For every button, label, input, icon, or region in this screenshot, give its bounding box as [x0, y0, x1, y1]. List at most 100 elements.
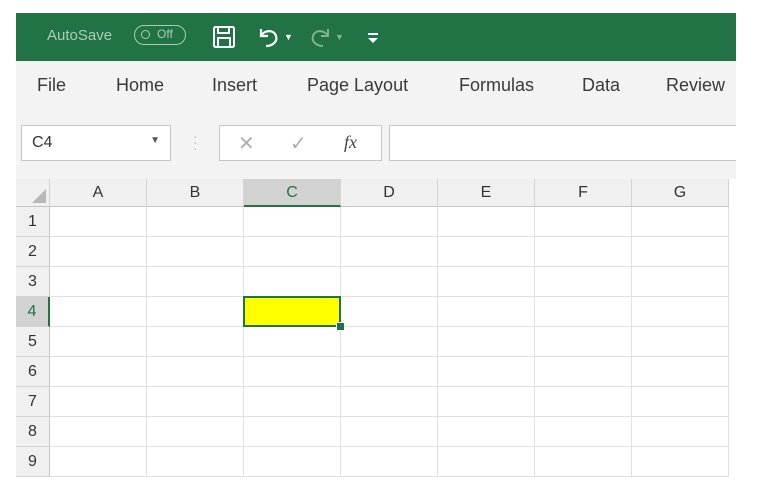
- row-header-1[interactable]: 1: [16, 207, 50, 237]
- cell-f2[interactable]: [535, 237, 632, 267]
- column-header-f[interactable]: F: [535, 179, 632, 207]
- cell-c2[interactable]: [244, 237, 341, 267]
- cell-d5[interactable]: [341, 327, 438, 357]
- cell-g7[interactable]: [632, 387, 729, 417]
- cell-e7[interactable]: [438, 387, 535, 417]
- row-header-4[interactable]: 4: [16, 297, 50, 327]
- redo-button[interactable]: ▼: [307, 23, 344, 51]
- cell-e5[interactable]: [438, 327, 535, 357]
- column-header-a[interactable]: A: [50, 179, 147, 207]
- cell-d7[interactable]: [341, 387, 438, 417]
- cell-f1[interactable]: [535, 207, 632, 237]
- cell-g2[interactable]: [632, 237, 729, 267]
- cell-d2[interactable]: [341, 237, 438, 267]
- cell-b2[interactable]: [147, 237, 244, 267]
- row-header-3[interactable]: 3: [16, 267, 50, 297]
- cell-b4[interactable]: [147, 297, 244, 327]
- customize-quick-access-icon[interactable]: [367, 23, 379, 51]
- cell-f6[interactable]: [535, 357, 632, 387]
- cell-g8[interactable]: [632, 417, 729, 447]
- cell-f4[interactable]: [535, 297, 632, 327]
- cell-a2[interactable]: [50, 237, 147, 267]
- cell-e3[interactable]: [438, 267, 535, 297]
- cell-e6[interactable]: [438, 357, 535, 387]
- cell-c8[interactable]: [244, 417, 341, 447]
- enter-icon[interactable]: ✓: [290, 131, 307, 156]
- cell-b7[interactable]: [147, 387, 244, 417]
- cell-g1[interactable]: [632, 207, 729, 237]
- cell-e9[interactable]: [438, 447, 535, 477]
- active-cell-selection[interactable]: [243, 296, 341, 327]
- tab-review[interactable]: Review: [666, 75, 725, 96]
- cell-a1[interactable]: [50, 207, 147, 237]
- cell-g6[interactable]: [632, 357, 729, 387]
- formula-input[interactable]: [389, 125, 736, 161]
- select-all-button[interactable]: [16, 179, 50, 207]
- cell-f8[interactable]: [535, 417, 632, 447]
- cell-g9[interactable]: [632, 447, 729, 477]
- cancel-icon[interactable]: ✕: [238, 131, 255, 156]
- column-header-b[interactable]: B: [147, 179, 244, 207]
- cell-c9[interactable]: [244, 447, 341, 477]
- cell-f5[interactable]: [535, 327, 632, 357]
- column-header-e[interactable]: E: [438, 179, 535, 207]
- cell-a9[interactable]: [50, 447, 147, 477]
- tab-file[interactable]: File: [37, 75, 66, 96]
- cell-f3[interactable]: [535, 267, 632, 297]
- row-header-2[interactable]: 2: [16, 237, 50, 267]
- cell-a8[interactable]: [50, 417, 147, 447]
- cell-a3[interactable]: [50, 267, 147, 297]
- cell-c3[interactable]: [244, 267, 341, 297]
- row-header-6[interactable]: 6: [16, 357, 50, 387]
- cell-c7[interactable]: [244, 387, 341, 417]
- cell-d9[interactable]: [341, 447, 438, 477]
- cell-d6[interactable]: [341, 357, 438, 387]
- cell-a5[interactable]: [50, 327, 147, 357]
- insert-function-icon[interactable]: fx: [344, 132, 357, 153]
- cell-b6[interactable]: [147, 357, 244, 387]
- name-box[interactable]: C4 ▼: [21, 125, 171, 161]
- undo-dropdown-icon[interactable]: ▼: [284, 32, 293, 42]
- column-header-d[interactable]: D: [341, 179, 438, 207]
- cell-d8[interactable]: [341, 417, 438, 447]
- cell-e2[interactable]: [438, 237, 535, 267]
- fill-handle[interactable]: [336, 322, 345, 331]
- tab-data[interactable]: Data: [582, 75, 620, 96]
- cell-b8[interactable]: [147, 417, 244, 447]
- cell-e1[interactable]: [438, 207, 535, 237]
- column-header-c[interactable]: C: [244, 179, 341, 207]
- cell-a6[interactable]: [50, 357, 147, 387]
- cell-g4[interactable]: [632, 297, 729, 327]
- cell-b5[interactable]: [147, 327, 244, 357]
- row-header-9[interactable]: 9: [16, 447, 50, 477]
- tab-formulas[interactable]: Formulas: [459, 75, 534, 96]
- drag-handle-icon[interactable]: · · ·: [193, 129, 198, 155]
- tab-insert[interactable]: Insert: [212, 75, 257, 96]
- cell-c1[interactable]: [244, 207, 341, 237]
- row-header-8[interactable]: 8: [16, 417, 50, 447]
- cell-b3[interactable]: [147, 267, 244, 297]
- cell-e8[interactable]: [438, 417, 535, 447]
- tab-home[interactable]: Home: [116, 75, 164, 96]
- row-header-5[interactable]: 5: [16, 327, 50, 357]
- cell-c5[interactable]: [244, 327, 341, 357]
- cell-d4[interactable]: [341, 297, 438, 327]
- cell-b1[interactable]: [147, 207, 244, 237]
- cell-d1[interactable]: [341, 207, 438, 237]
- cell-c6[interactable]: [244, 357, 341, 387]
- cell-g5[interactable]: [632, 327, 729, 357]
- redo-dropdown-icon[interactable]: ▼: [335, 32, 344, 42]
- save-icon[interactable]: [212, 23, 236, 51]
- row-header-7[interactable]: 7: [16, 387, 50, 417]
- cell-b9[interactable]: [147, 447, 244, 477]
- cell-g3[interactable]: [632, 267, 729, 297]
- cell-e4[interactable]: [438, 297, 535, 327]
- cell-d3[interactable]: [341, 267, 438, 297]
- cell-a4[interactable]: [50, 297, 147, 327]
- cell-f7[interactable]: [535, 387, 632, 417]
- chevron-down-icon[interactable]: ▼: [150, 135, 160, 146]
- tab-page-layout[interactable]: Page Layout: [307, 75, 408, 96]
- cell-a7[interactable]: [50, 387, 147, 417]
- cell-f9[interactable]: [535, 447, 632, 477]
- column-header-g[interactable]: G: [632, 179, 729, 207]
